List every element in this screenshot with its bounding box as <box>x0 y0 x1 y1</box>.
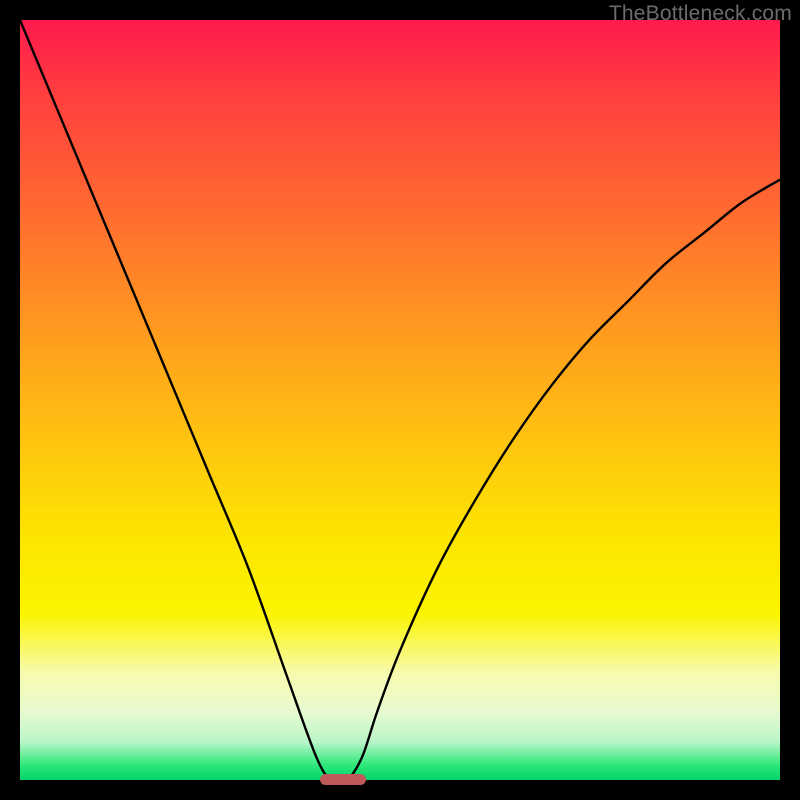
chart-frame: TheBottleneck.com <box>0 0 800 800</box>
optimum-marker <box>320 774 366 785</box>
bottleneck-curve <box>20 20 780 780</box>
plot-area <box>20 20 780 780</box>
